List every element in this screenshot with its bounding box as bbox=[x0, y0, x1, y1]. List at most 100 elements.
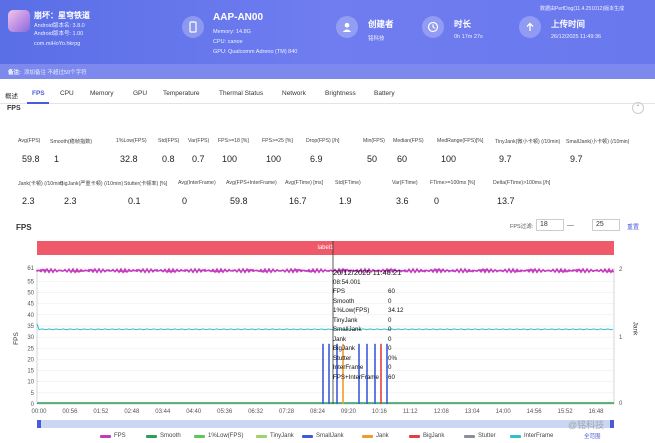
duration-value: 0h 17m 27s bbox=[454, 34, 483, 40]
fps-point bbox=[596, 269, 598, 271]
tooltip-key: FPS+InterFrame bbox=[333, 373, 379, 381]
fps-chart[interactable]: 61555045403530252015105021000:00 00:56 01:… bbox=[27, 241, 623, 418]
tab-thermal-status[interactable]: Thermal Status bbox=[219, 90, 263, 97]
fps-point bbox=[476, 270, 478, 272]
fps-point bbox=[560, 270, 562, 273]
x-tick-label: 01:52 bbox=[93, 409, 109, 415]
tooltip-time: 26/12/2025 11:40:21 bbox=[333, 268, 402, 277]
fps-point bbox=[240, 270, 242, 273]
legend-item[interactable]: 1%Low(FPS) bbox=[194, 433, 243, 439]
label-bar[interactable]: label1 bbox=[37, 241, 614, 255]
legend-item[interactable]: InterFrame bbox=[510, 433, 553, 439]
tab-cpu[interactable]: CPU bbox=[60, 90, 74, 97]
legend-item[interactable]: BigJank bbox=[409, 433, 444, 439]
y-tick-label: 30 bbox=[27, 335, 34, 341]
fps-point bbox=[248, 269, 250, 271]
x-tick-label: 00:56 bbox=[62, 409, 78, 415]
metrics_row1-label: MedRange(FPS)[%] bbox=[437, 138, 484, 144]
upload-icon bbox=[519, 16, 541, 38]
metrics_row1-label: SmallJank(小卡顿) (/10min) bbox=[566, 139, 630, 145]
fps-point bbox=[556, 269, 558, 272]
notes-input[interactable]: 添加备注 不超过50个字符 bbox=[24, 68, 87, 76]
x-tick-label: 13:04 bbox=[465, 409, 481, 415]
tooltip-key: 1%Low(FPS) bbox=[333, 307, 370, 314]
fps-point bbox=[56, 270, 58, 273]
y2-tick-label: 0 bbox=[619, 401, 623, 407]
fps-point bbox=[200, 269, 202, 272]
device-name: AAP-AN00 bbox=[213, 12, 264, 23]
fps-point bbox=[536, 270, 538, 272]
legend-item[interactable]: SmallJank bbox=[302, 433, 344, 439]
tooltip-row: TinyJank 0 bbox=[333, 316, 428, 326]
y-tick-label: 25 bbox=[27, 346, 34, 352]
legend-item[interactable]: Stutter bbox=[464, 433, 496, 439]
metrics_row1-label: Var(FPS) bbox=[188, 138, 210, 144]
fps-point bbox=[92, 269, 94, 272]
range-handle-right[interactable] bbox=[610, 420, 614, 428]
fps-point bbox=[284, 270, 286, 273]
range-handle-left[interactable] bbox=[37, 420, 41, 428]
tab-memory[interactable]: Memory bbox=[90, 90, 113, 97]
fps-point bbox=[428, 270, 430, 273]
fps-point bbox=[180, 268, 182, 271]
legend-item[interactable]: Jank bbox=[362, 433, 389, 439]
tab-fps[interactable]: FPS bbox=[32, 90, 45, 97]
collapse-button[interactable]: ⌃ bbox=[632, 102, 644, 114]
metrics_row2-label: FTime>=100ms [%] bbox=[430, 180, 476, 186]
tab-temperature[interactable]: Temperature bbox=[163, 90, 200, 97]
fps-point bbox=[524, 269, 526, 272]
metrics_row1-value: 100 bbox=[266, 154, 282, 164]
fps-point bbox=[328, 270, 330, 273]
metrics_row1-value: 100 bbox=[222, 154, 238, 164]
legend-swatch bbox=[409, 434, 420, 438]
metrics_row1-label: TinyJank(微小卡顿) (/10min) bbox=[495, 139, 561, 145]
fps-point bbox=[324, 269, 326, 272]
metrics_row1-value: 59.8 bbox=[22, 154, 40, 164]
legend-item[interactable]: Smooth bbox=[146, 433, 181, 439]
fps-point bbox=[320, 268, 322, 271]
metrics_row1-value: 0.8 bbox=[162, 154, 175, 164]
tooltip-value: 0 bbox=[388, 364, 392, 371]
fps-point bbox=[152, 269, 154, 272]
fps-point bbox=[608, 270, 610, 273]
legend-item[interactable]: TinyJank bbox=[256, 433, 294, 439]
legend-label: TinyJank bbox=[270, 433, 294, 439]
fps-point bbox=[44, 268, 46, 271]
fps-point bbox=[224, 269, 226, 271]
tab-battery[interactable]: Battery bbox=[374, 90, 395, 97]
metrics_row2-label: Stutter(卡顿率) [%] bbox=[124, 181, 168, 187]
legend-swatch bbox=[510, 434, 521, 438]
metrics_row1-label: Drop(FPS) [/h] bbox=[306, 138, 340, 144]
tooltip-row: Smooth 0 bbox=[333, 297, 428, 307]
reset-button[interactable]: 重置 bbox=[627, 222, 639, 231]
metrics_row1-value: 100 bbox=[441, 154, 457, 164]
tab-brightness[interactable]: Brightness bbox=[325, 90, 356, 97]
y-tick-label: 35 bbox=[27, 324, 34, 330]
fps-filter-max-input[interactable]: 25 bbox=[592, 219, 620, 231]
metrics_row1-label: Std(FPS) bbox=[158, 138, 180, 144]
fps-point bbox=[496, 270, 498, 273]
tooltip-value: 0 bbox=[388, 316, 392, 324]
fps-point bbox=[440, 269, 442, 272]
user-icon bbox=[336, 16, 358, 38]
range-slider[interactable] bbox=[37, 420, 614, 428]
tab-network[interactable]: Network bbox=[282, 90, 306, 97]
fps-point bbox=[288, 270, 290, 273]
fps-point bbox=[548, 269, 550, 272]
tab-overview[interactable]: 概述 bbox=[5, 90, 18, 100]
fps-point bbox=[120, 270, 122, 273]
fps-filter-min-input[interactable]: 18 bbox=[536, 219, 564, 231]
fps-filter-label: FPS过滤: bbox=[510, 224, 534, 230]
tab-gpu[interactable]: GPU bbox=[133, 90, 147, 97]
legend-swatch bbox=[146, 434, 157, 438]
creator-title: 创建者 bbox=[368, 19, 394, 29]
metrics_row2-label: Delta(FTime)>100ms [/h] bbox=[493, 180, 551, 186]
tooltip-value: 0 bbox=[388, 326, 392, 333]
tooltip-row: InterFrame 0 bbox=[333, 363, 428, 373]
legend-item[interactable]: FPS bbox=[100, 433, 126, 439]
fps-point bbox=[280, 269, 282, 272]
tooltip-value: 0 bbox=[388, 297, 392, 305]
y-tick-label: 20 bbox=[27, 357, 34, 363]
legend-swatch bbox=[256, 434, 267, 438]
fps-point bbox=[484, 268, 486, 271]
